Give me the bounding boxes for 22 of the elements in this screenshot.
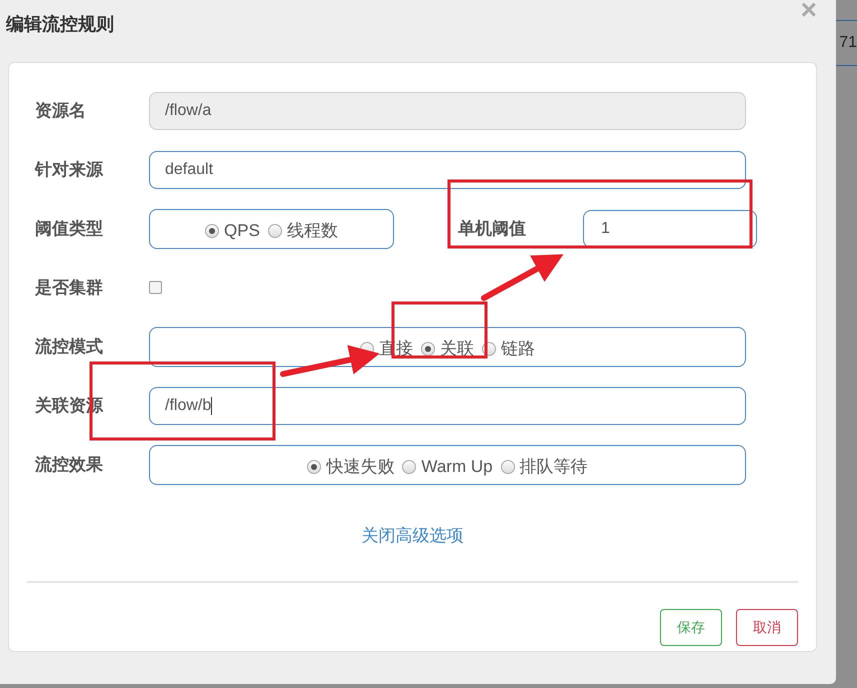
input-field[interactable]: default [149, 150, 746, 188]
field-label: 阈值类型 [34, 218, 104, 240]
radio-option[interactable]: 链路 [482, 337, 535, 360]
dialog-title: 编辑流控规则 [6, 13, 114, 36]
field-label: 流控效果 [34, 454, 104, 476]
field-label: 流控模式 [34, 336, 104, 358]
advanced-options-link[interactable]: 关闭高级选项 [362, 524, 464, 547]
field-label: 资源名 [34, 100, 87, 122]
radio-option[interactable]: 线程数 [268, 219, 338, 242]
radio-option[interactable]: 快速失败 [307, 455, 394, 478]
field-label: 是否集群 [34, 277, 104, 299]
radio-option[interactable]: 关联 [421, 337, 474, 360]
table-cell: 71 [836, 20, 857, 66]
field-label: 针对来源 [34, 159, 104, 181]
input-field[interactable]: 1 [583, 210, 757, 248]
radio-option[interactable]: 排队等待 [500, 455, 588, 478]
radio-option[interactable]: Warm Up [402, 456, 493, 476]
cancel-button[interactable]: 取消 [736, 609, 798, 646]
field-label: 单机阈值 [458, 218, 526, 240]
input-field[interactable]: /flow/b [149, 386, 746, 424]
checkbox[interactable] [149, 281, 162, 294]
radio-option[interactable]: QPS [205, 220, 260, 240]
